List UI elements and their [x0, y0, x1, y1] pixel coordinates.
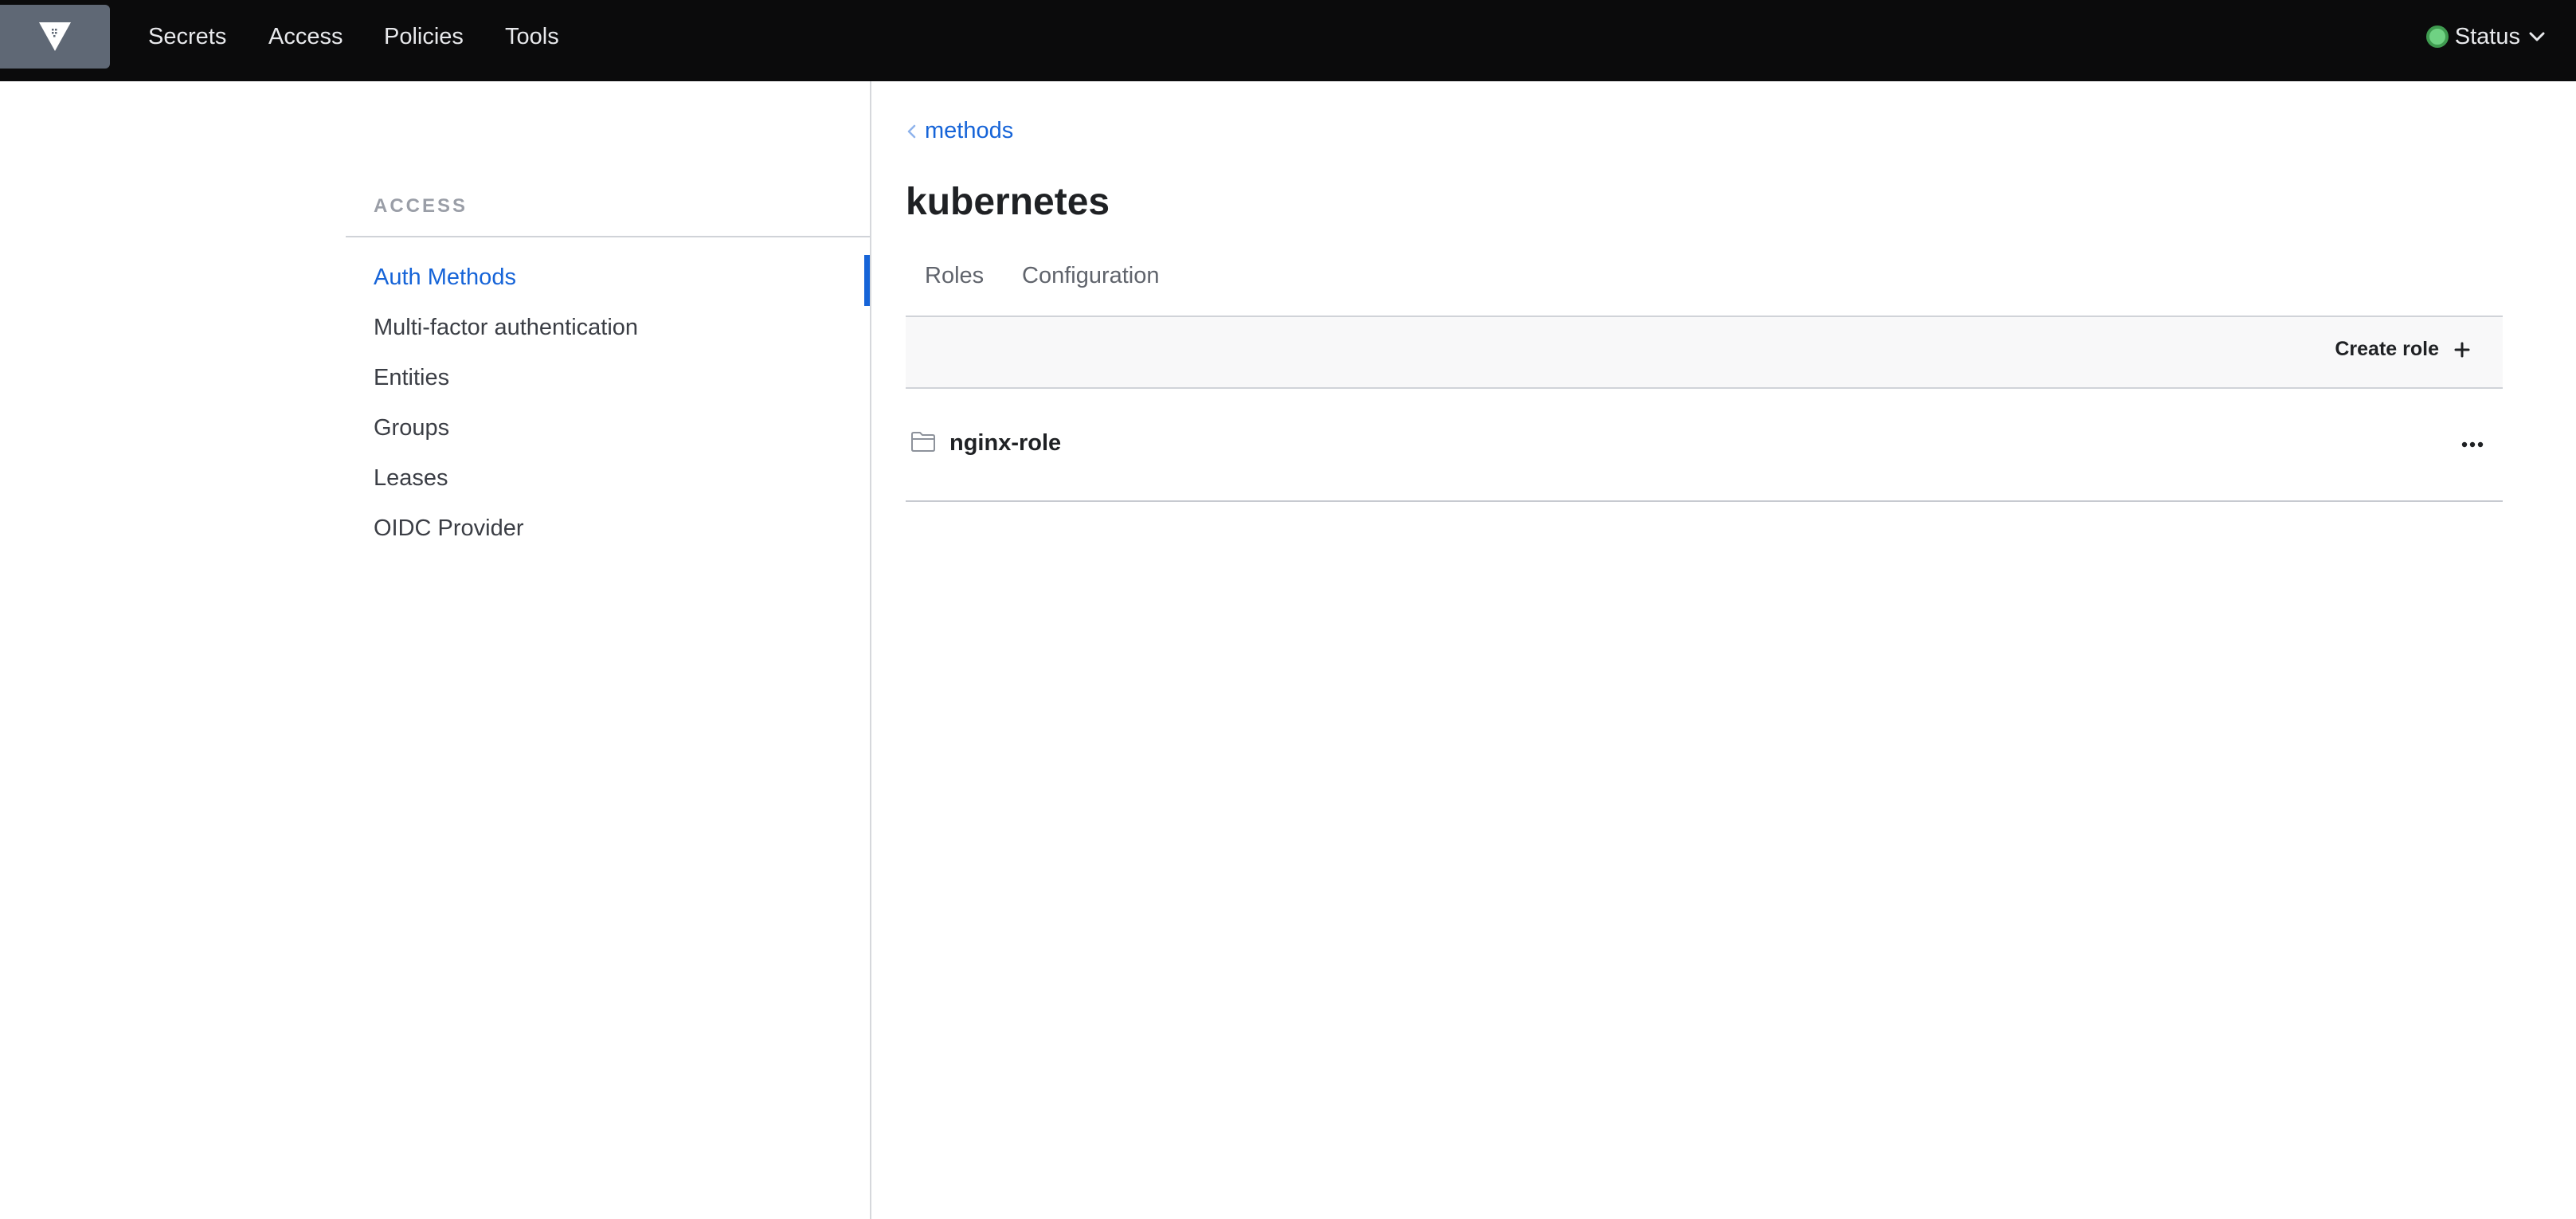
- list-item[interactable]: nginx-role: [906, 389, 2503, 502]
- tab-configuration[interactable]: Configuration: [1022, 263, 1160, 289]
- row-actions-button[interactable]: [2455, 427, 2490, 462]
- breadcrumb-methods: methods: [925, 118, 1014, 143]
- chevron-down-icon: [2529, 32, 2545, 41]
- nav-secrets[interactable]: Secrets: [148, 19, 226, 54]
- status-menu[interactable]: Status: [2425, 19, 2547, 54]
- access-sidebar: ACCESS Auth Methods Multi-factor authent…: [346, 81, 871, 1219]
- status-dot-icon: [2425, 25, 2449, 48]
- sidebar-item-groups[interactable]: Groups: [374, 415, 449, 441]
- vault-logo-icon: [39, 22, 71, 51]
- plus-icon: [2454, 342, 2470, 357]
- folder-icon: [911, 432, 935, 452]
- nav-access[interactable]: Access: [268, 19, 343, 54]
- home-logo-link[interactable]: [0, 5, 110, 69]
- breadcrumb[interactable]: methods: [906, 118, 1013, 144]
- sidebar-item-auth-methods[interactable]: Auth Methods: [374, 265, 516, 291]
- sidebar-item-entities[interactable]: Entities: [374, 365, 449, 391]
- status-label: Status: [2454, 23, 2520, 49]
- page-title: kubernetes: [906, 181, 1110, 223]
- sidebar-border: [870, 81, 871, 1219]
- nav-tools[interactable]: Tools: [505, 19, 559, 54]
- toolbar: Create role: [906, 316, 2503, 389]
- more-horizontal-icon: [2461, 441, 2484, 448]
- create-role-label: Create role: [2335, 338, 2439, 360]
- sidebar-item-oidc-provider[interactable]: OIDC Provider: [374, 515, 524, 542]
- sidebar-item-leases[interactable]: Leases: [374, 465, 448, 492]
- top-navigation: Secrets Access Policies Tools Status: [0, 0, 2576, 81]
- chevron-left-icon: [907, 124, 916, 138]
- sidebar-item-mfa[interactable]: Multi-factor authentication: [374, 315, 638, 341]
- role-name: nginx-role: [949, 430, 1062, 456]
- sidebar-heading: ACCESS: [374, 195, 468, 217]
- sidebar-divider: [346, 236, 870, 237]
- create-role-button[interactable]: Create role: [2335, 338, 2471, 361]
- nav-policies[interactable]: Policies: [384, 19, 464, 54]
- tab-roles[interactable]: Roles: [925, 263, 984, 289]
